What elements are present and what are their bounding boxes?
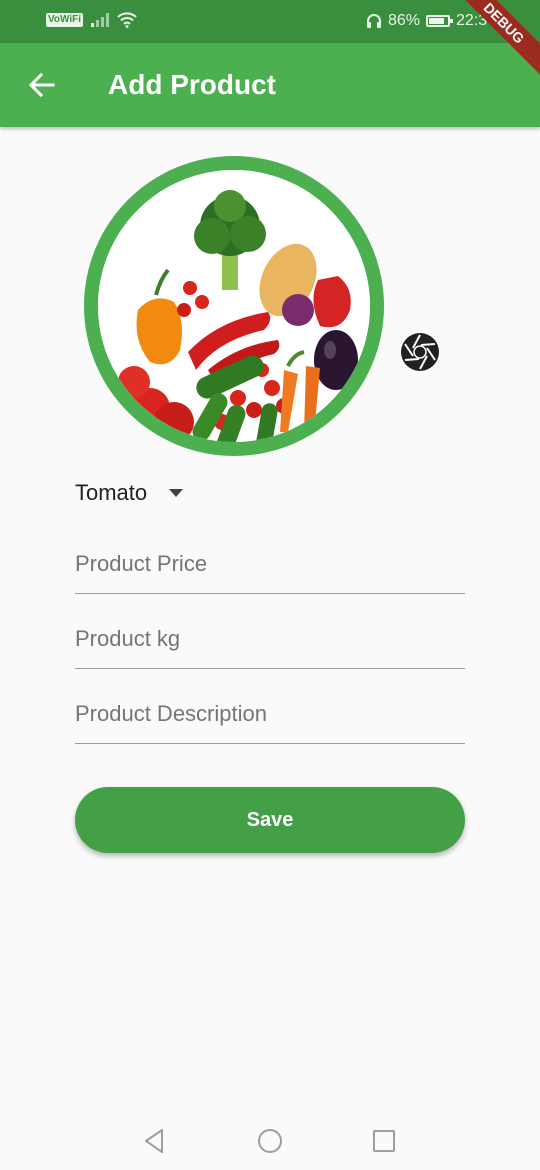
product-kg-field [75, 618, 465, 669]
product-price-field [75, 543, 465, 594]
nav-back-button[interactable] [140, 1126, 170, 1156]
back-button[interactable] [24, 67, 60, 103]
product-image [98, 170, 370, 442]
page-title: Add Product [108, 69, 276, 100]
battery-fill [429, 18, 445, 24]
vegetables-image [98, 170, 370, 442]
dropdown-arrow-icon [169, 489, 184, 497]
dropdown-selected-value: Tomato [75, 480, 148, 505]
headphones-icon [367, 14, 381, 28]
product-description-field [75, 693, 465, 744]
status-left: VoWiFi [46, 12, 137, 28]
app-bar: Add Product [0, 43, 540, 127]
signal-icon [91, 13, 110, 27]
arrow-left-icon [28, 72, 55, 98]
product-image-ring[interactable] [84, 156, 384, 456]
save-button[interactable]: Save [75, 787, 465, 853]
system-nav-bar [0, 1110, 540, 1170]
nav-home-button[interactable] [255, 1126, 285, 1156]
product-kg-input[interactable] [75, 618, 465, 660]
camera-shutter-icon [401, 333, 439, 371]
circle-home-icon [258, 1129, 282, 1153]
status-right: 86% 22:3 [366, 12, 487, 30]
triangle-back-icon [145, 1129, 163, 1153]
product-description-input[interactable] [75, 693, 465, 735]
status-bar: VoWiFi 86% 22:3 [0, 0, 540, 43]
wifi-icon [117, 12, 137, 28]
battery-percent: 86% [388, 12, 421, 29]
square-recents-icon [373, 1130, 395, 1152]
product-dropdown[interactable]: Tomato [75, 478, 184, 508]
save-button-label: Save [246, 808, 294, 831]
camera-button[interactable] [400, 332, 440, 372]
vowifi-badge: VoWiFi [46, 13, 84, 27]
product-price-input[interactable] [75, 543, 465, 585]
nav-recents-button[interactable] [369, 1126, 399, 1156]
battery-icon [426, 15, 454, 27]
